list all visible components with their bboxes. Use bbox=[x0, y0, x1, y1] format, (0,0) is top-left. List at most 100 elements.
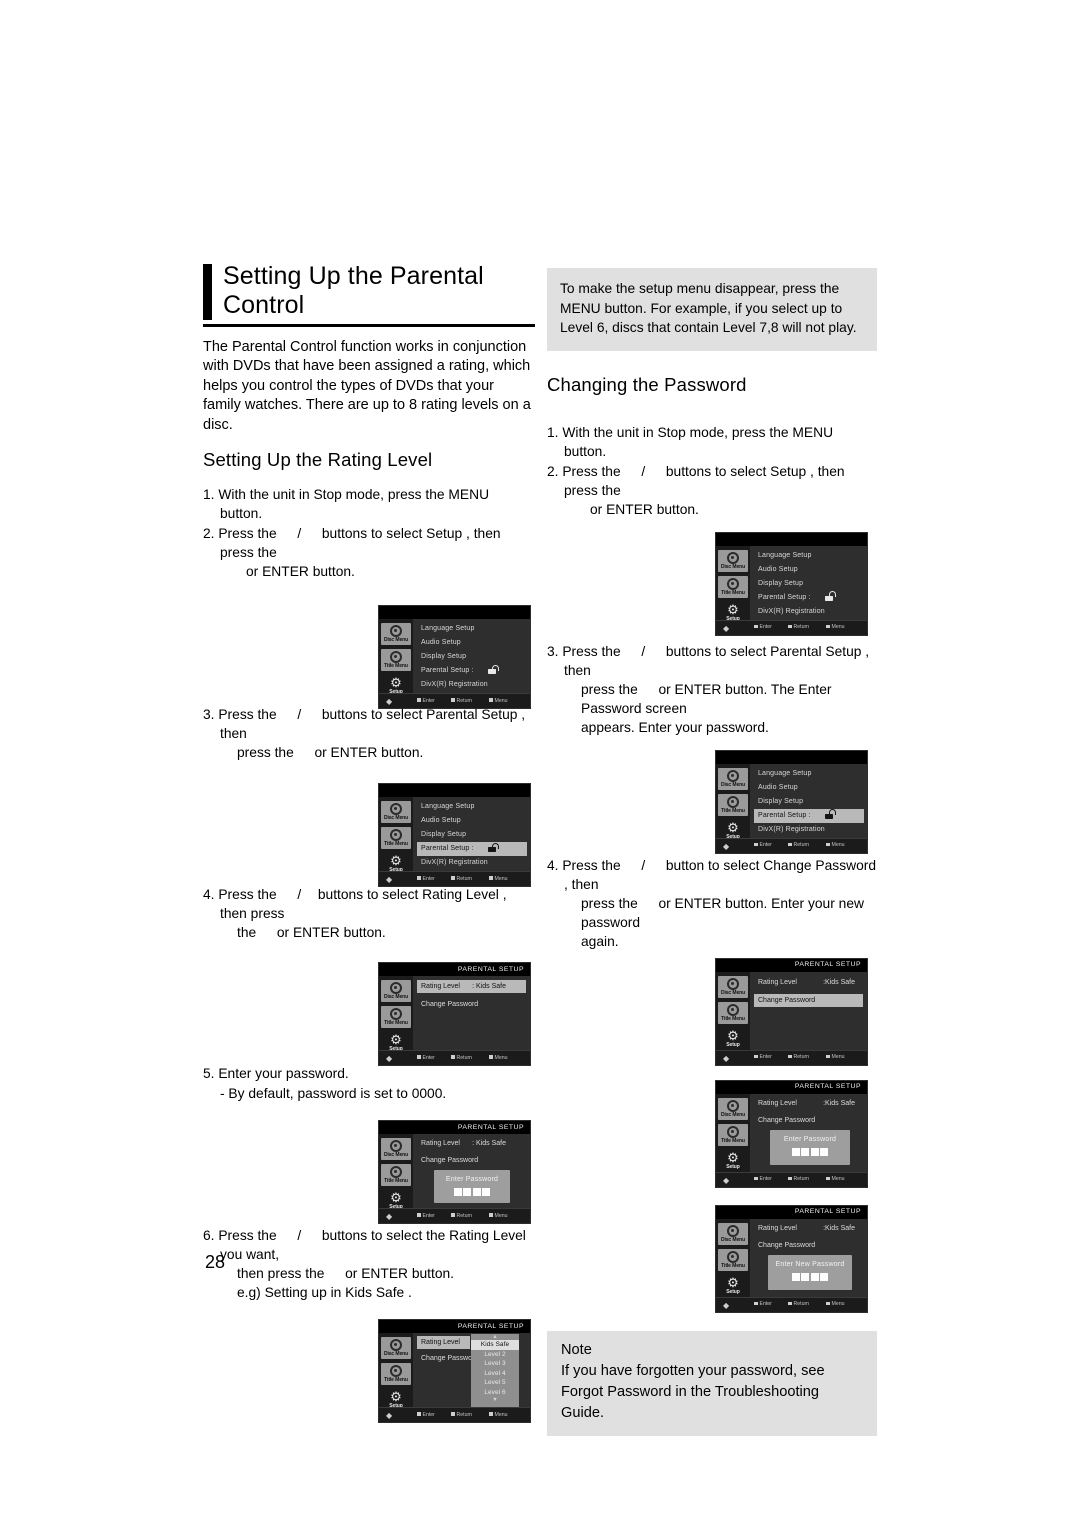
menu-item-display-setup[interactable]: Display Setup bbox=[417, 650, 527, 664]
password-cell[interactable] bbox=[791, 1147, 800, 1156]
disc-menu-button[interactable]: Disc Menu bbox=[381, 801, 411, 824]
password-cell[interactable] bbox=[463, 1188, 472, 1197]
parental-row-change-password[interactable]: Change Passwor bbox=[417, 1352, 474, 1365]
setup-button[interactable]: ⚙ Setup bbox=[718, 1150, 748, 1172]
hint-menu-label: Menu bbox=[494, 697, 508, 704]
disc-menu-button[interactable]: Disc Menu bbox=[381, 623, 411, 646]
dropdown-item-level-4[interactable]: Level 4 bbox=[471, 1369, 519, 1379]
password-cell[interactable] bbox=[820, 1272, 829, 1281]
title-menu-button[interactable]: Title Menu bbox=[381, 1363, 411, 1386]
hint-return-label: Return bbox=[793, 1176, 810, 1182]
dropdown-item-level-6[interactable]: Level 6 bbox=[471, 1388, 519, 1398]
parental-row-change-password[interactable]: Change Password bbox=[754, 993, 863, 1007]
password-cell[interactable] bbox=[801, 1147, 810, 1156]
menu-item-language-setup[interactable]: Language Setup bbox=[754, 767, 864, 781]
title-menu-button[interactable]: Title Menu bbox=[381, 1164, 411, 1187]
parental-row-change-password[interactable]: Change Password bbox=[417, 998, 526, 1011]
parental-row-change-password[interactable]: Change Password bbox=[754, 1239, 863, 1252]
menu-item-audio-setup[interactable]: Audio Setup bbox=[754, 563, 864, 577]
password-cell[interactable] bbox=[482, 1188, 491, 1197]
menu-item-display-setup[interactable]: Display Setup bbox=[754, 795, 864, 809]
setup-button[interactable]: ⚙ Setup bbox=[718, 1028, 748, 1050]
title-menu-button[interactable]: Title Menu bbox=[718, 1001, 748, 1024]
dropdown-item-level-5[interactable]: Level 5 bbox=[471, 1378, 519, 1388]
parental-row-rating-level[interactable]: Rating Level : Kids Safe bbox=[417, 1137, 526, 1150]
menu-item-language-setup[interactable]: Language Setup bbox=[417, 622, 527, 636]
step-4-num: 4. bbox=[203, 887, 215, 903]
password-cell[interactable] bbox=[801, 1272, 810, 1281]
title-menu-button[interactable]: Title Menu bbox=[381, 649, 411, 672]
password-cell[interactable] bbox=[810, 1147, 819, 1156]
scroll-down-arrow-icon[interactable]: ▼ bbox=[471, 1397, 519, 1403]
right-step-2-line2: or ENTER button. bbox=[564, 500, 877, 519]
title-menu-button[interactable]: Title Menu bbox=[381, 1006, 411, 1029]
step-2-line2: or ENTER button. bbox=[220, 562, 535, 581]
title-menu-button[interactable]: Title Menu bbox=[718, 1123, 748, 1146]
menu-item-divx-registration[interactable]: DivX(R) Registration bbox=[754, 823, 864, 837]
disc-menu-button[interactable]: Disc Menu bbox=[381, 1138, 411, 1161]
parental-row-change-password[interactable]: Change Password bbox=[417, 1154, 526, 1167]
disc-menu-button[interactable]: Disc Menu bbox=[718, 975, 748, 998]
note-box: Note If you have forgotten your password… bbox=[547, 1330, 877, 1436]
menu-item-language-setup[interactable]: Language Setup bbox=[754, 549, 864, 563]
menu-item-parental-setup[interactable]: Parental Setup : bbox=[417, 842, 527, 857]
menu-item-audio-setup[interactable]: Audio Setup bbox=[417, 636, 527, 650]
menu-item-display-setup[interactable]: Display Setup bbox=[754, 577, 864, 591]
disc-menu-button[interactable]: Disc Menu bbox=[718, 549, 748, 572]
intro-paragraph: The Parental Control function works in c… bbox=[203, 339, 531, 433]
menu-item-language-setup[interactable]: Language Setup bbox=[417, 800, 527, 814]
dropdown-item-level-3[interactable]: Level 3 bbox=[471, 1359, 519, 1369]
setup-button[interactable]: ⚙ Setup bbox=[718, 1275, 748, 1297]
disc-menu-label: Disc Menu bbox=[383, 1351, 409, 1358]
menu-item-parental-setup[interactable]: Parental Setup : bbox=[754, 808, 864, 823]
title-menu-button[interactable]: Title Menu bbox=[718, 575, 748, 598]
disc-menu-button[interactable]: Disc Menu bbox=[718, 1097, 748, 1120]
setup-menu-list: Language Setup Audio Setup Display Setup… bbox=[754, 767, 864, 837]
password-input-boxes[interactable] bbox=[770, 1147, 850, 1156]
parental-row-rating-level[interactable]: Rating Level :Kids Safe bbox=[754, 976, 863, 989]
parental-row-change-password[interactable]: Change Password bbox=[754, 1114, 863, 1127]
menu-item-audio-setup[interactable]: Audio Setup bbox=[754, 781, 864, 795]
step-2-slash: / bbox=[297, 526, 302, 542]
parental-row-rating-level[interactable]: Rating Level bbox=[417, 1336, 470, 1350]
osd-footer: ◆ Enter Return Menu bbox=[716, 1049, 867, 1065]
password-cell[interactable] bbox=[810, 1272, 819, 1281]
menu-item-divx-registration[interactable]: DivX(R) Registration bbox=[417, 856, 527, 870]
password-cell[interactable] bbox=[820, 1147, 829, 1156]
osd-footer: ◆ Enter Return Menu bbox=[379, 1407, 530, 1423]
parental-row-rating-level[interactable]: Rating Level : Kids Safe bbox=[417, 980, 526, 994]
title-menu-button[interactable]: Title Menu bbox=[718, 1248, 748, 1271]
step-4-text-line2b: or ENTER button. bbox=[276, 925, 386, 941]
title-menu-button[interactable]: Title Menu bbox=[381, 827, 411, 850]
rating-level-dropdown[interactable]: ▲ Kids Safe Level 2 Level 3 Level 4 Leve… bbox=[471, 1334, 519, 1412]
menu-item-audio-setup[interactable]: Audio Setup bbox=[417, 814, 527, 828]
osd-footer: ◆ Enter Return Menu bbox=[379, 1208, 530, 1224]
disc-menu-button[interactable]: Disc Menu bbox=[381, 980, 411, 1003]
dropdown-item-level-2[interactable]: Level 2 bbox=[471, 1350, 519, 1360]
disc-menu-button[interactable]: Disc Menu bbox=[718, 1222, 748, 1245]
left-column: Setting Up the Parental Control The Pare… bbox=[203, 262, 535, 1424]
menu-item-divx-registration[interactable]: DivX(R) Registration bbox=[417, 678, 527, 692]
title-menu-button[interactable]: Title Menu bbox=[718, 793, 748, 816]
disc-menu-button[interactable]: Disc Menu bbox=[381, 1337, 411, 1360]
disc-menu-button[interactable]: Disc Menu bbox=[718, 767, 748, 790]
menu-item-parental-setup[interactable]: Parental Setup : bbox=[754, 591, 864, 605]
password-input-boxes[interactable] bbox=[434, 1188, 510, 1197]
disc-icon bbox=[390, 651, 402, 664]
password-cell[interactable] bbox=[453, 1188, 462, 1197]
setup-label: Setup bbox=[726, 1163, 740, 1170]
menu-item-parental-setup[interactable]: Parental Setup : bbox=[417, 664, 527, 678]
hint-return-label: Return bbox=[456, 1212, 473, 1219]
osd-titlebar: PARENTAL SETUP bbox=[716, 958, 867, 972]
hint-enter-label: Enter bbox=[759, 1054, 772, 1060]
password-input-boxes[interactable] bbox=[768, 1272, 852, 1281]
hint-enter: Enter bbox=[417, 876, 435, 882]
dropdown-item-kids-safe[interactable]: Kids Safe bbox=[471, 1340, 519, 1350]
parental-row-rating-level[interactable]: Rating Level :Kids Safe bbox=[754, 1222, 863, 1235]
password-cell[interactable] bbox=[791, 1272, 800, 1281]
disc-icon bbox=[390, 1140, 402, 1153]
password-cell[interactable] bbox=[472, 1188, 481, 1197]
parental-row-rating-level[interactable]: Rating Level :Kids Safe bbox=[754, 1097, 863, 1110]
menu-item-display-setup[interactable]: Display Setup bbox=[417, 828, 527, 842]
menu-item-divx-registration[interactable]: DivX(R) Registration bbox=[754, 605, 864, 619]
